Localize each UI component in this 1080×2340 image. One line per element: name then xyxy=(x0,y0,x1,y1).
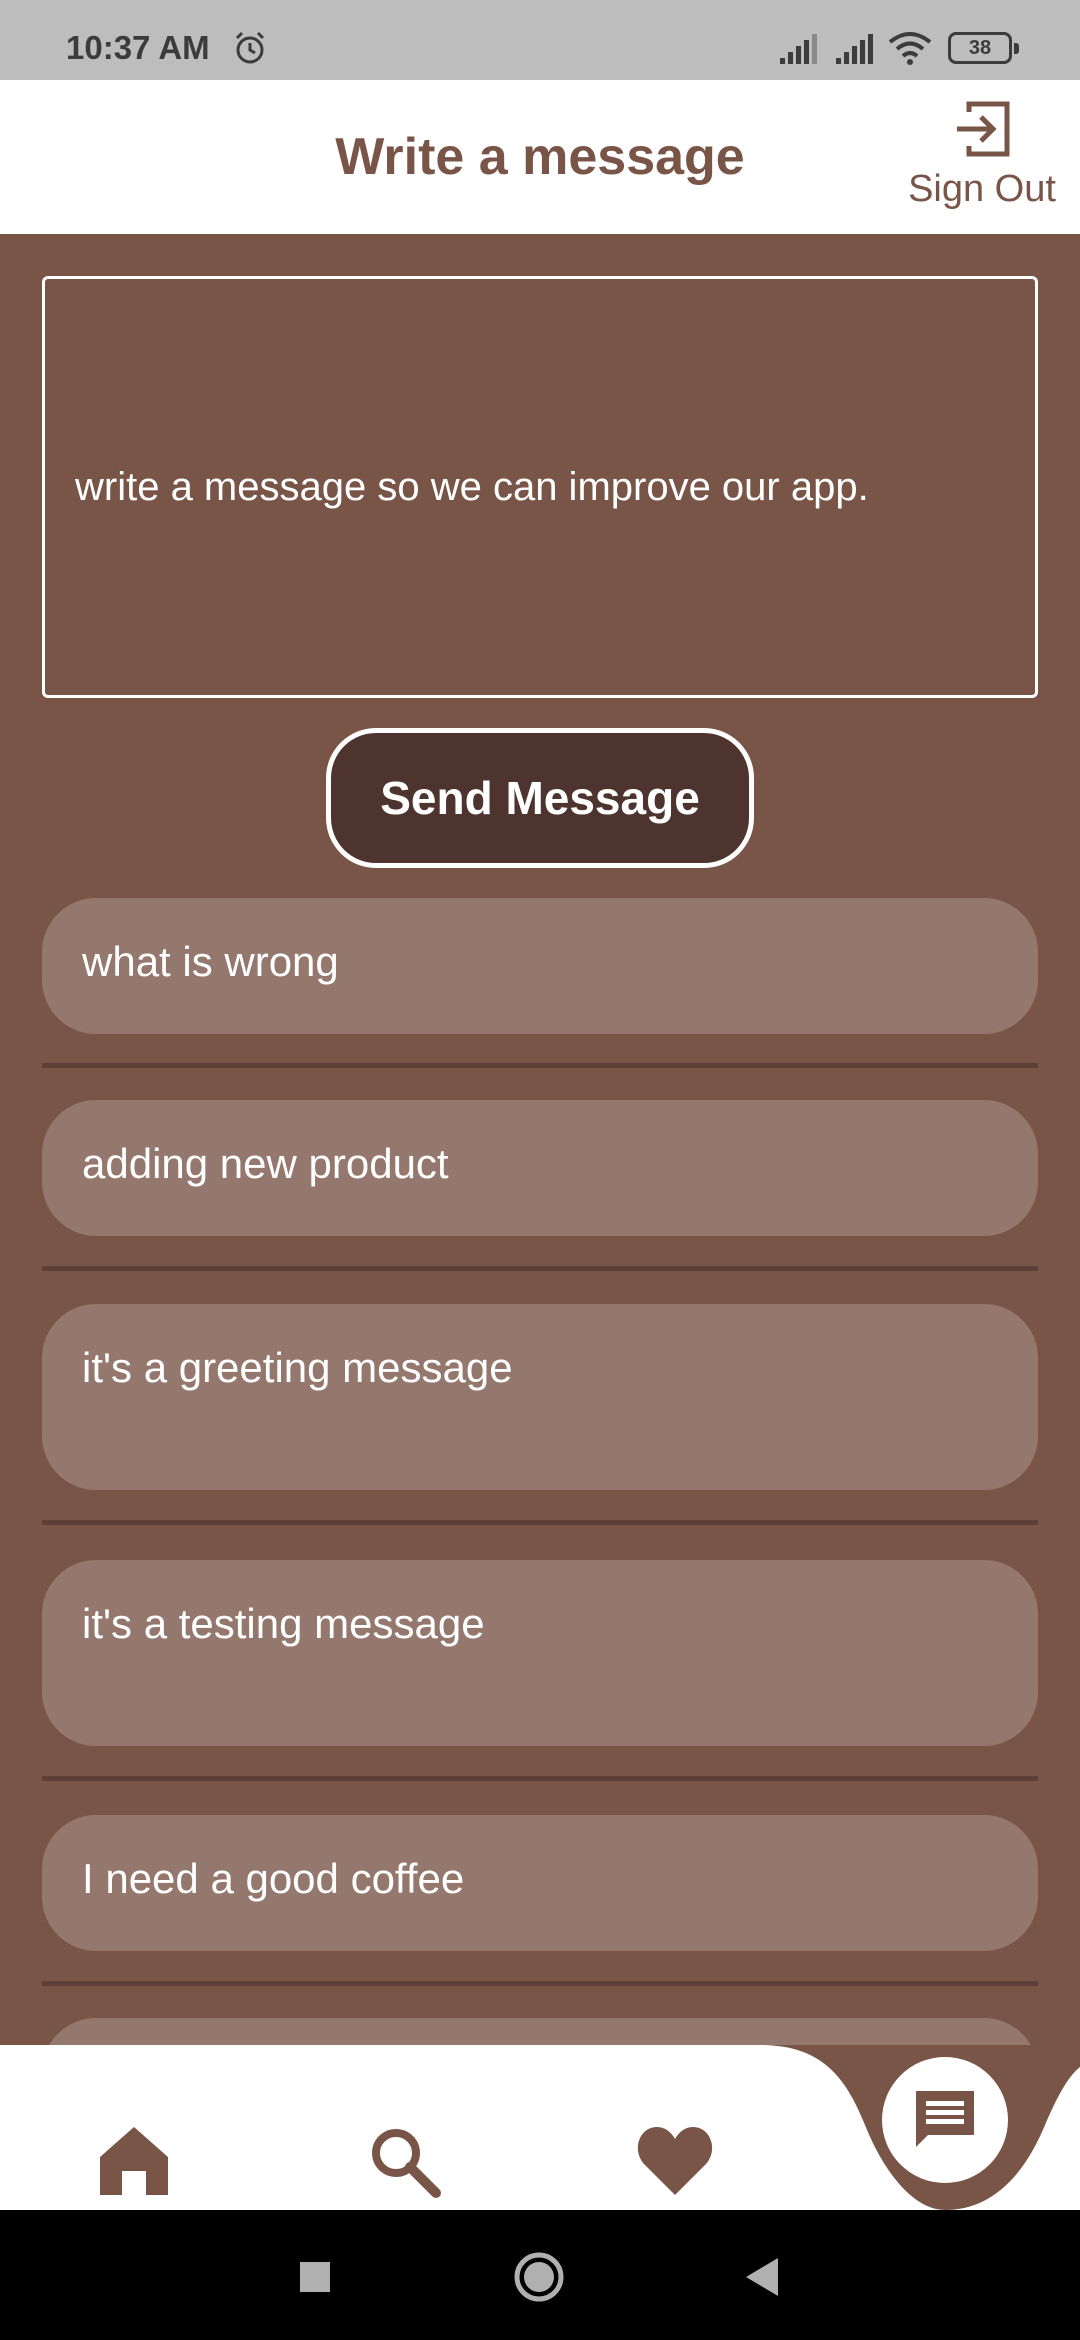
divider xyxy=(42,1776,1038,1781)
message-item[interactable]: what is wrong xyxy=(42,898,1038,1034)
message-text: what is wrong xyxy=(82,938,339,985)
chat-nav-button[interactable] xyxy=(882,2057,1008,2183)
message-text: it's a greeting message xyxy=(82,1344,513,1391)
recents-button[interactable] xyxy=(288,2250,342,2304)
message-item[interactable]: adding new product xyxy=(42,1100,1038,1236)
status-bar: 10:37 AM 38 xyxy=(0,0,1080,80)
search-icon[interactable] xyxy=(364,2121,444,2201)
message-list[interactable]: what is wrong adding new product it's a … xyxy=(0,898,1080,2045)
signal-icon xyxy=(836,34,873,64)
message-input[interactable] xyxy=(42,276,1038,698)
heart-icon[interactable] xyxy=(635,2121,715,2201)
divider xyxy=(42,1520,1038,1525)
home-button[interactable] xyxy=(512,2250,566,2304)
message-text: adding new product xyxy=(82,1140,449,1187)
wifi-icon xyxy=(888,32,932,65)
bottom-nav xyxy=(0,2045,1080,2210)
back-button[interactable] xyxy=(736,2250,790,2304)
home-icon[interactable] xyxy=(94,2121,174,2201)
message-item[interactable] xyxy=(42,2018,1038,2045)
divider xyxy=(42,1981,1038,1986)
message-item[interactable]: I need a good coffee xyxy=(42,1815,1038,1951)
battery-icon: 38 xyxy=(948,32,1019,64)
signal-icon xyxy=(780,34,817,64)
status-time: 10:37 AM xyxy=(66,29,210,66)
sign-out-button[interactable]: Sign Out xyxy=(902,100,1062,220)
divider xyxy=(42,1266,1038,1271)
message-item[interactable]: it's a greeting message xyxy=(42,1304,1038,1490)
system-nav-bar xyxy=(0,2210,1080,2340)
chat-icon xyxy=(916,2091,974,2147)
message-text: it's a testing message xyxy=(82,1600,485,1647)
battery-level: 38 xyxy=(968,37,992,59)
alarm-icon xyxy=(235,31,265,64)
message-item[interactable]: it's a testing message xyxy=(42,1560,1038,1746)
divider xyxy=(42,1063,1038,1068)
send-message-button[interactable]: Send Message xyxy=(326,728,754,868)
sign-out-icon xyxy=(957,101,1010,157)
app-bar: Write a message Sign Out xyxy=(0,80,1080,234)
sign-out-label: Sign Out xyxy=(908,168,1056,210)
message-text: I need a good coffee xyxy=(82,1855,465,1902)
